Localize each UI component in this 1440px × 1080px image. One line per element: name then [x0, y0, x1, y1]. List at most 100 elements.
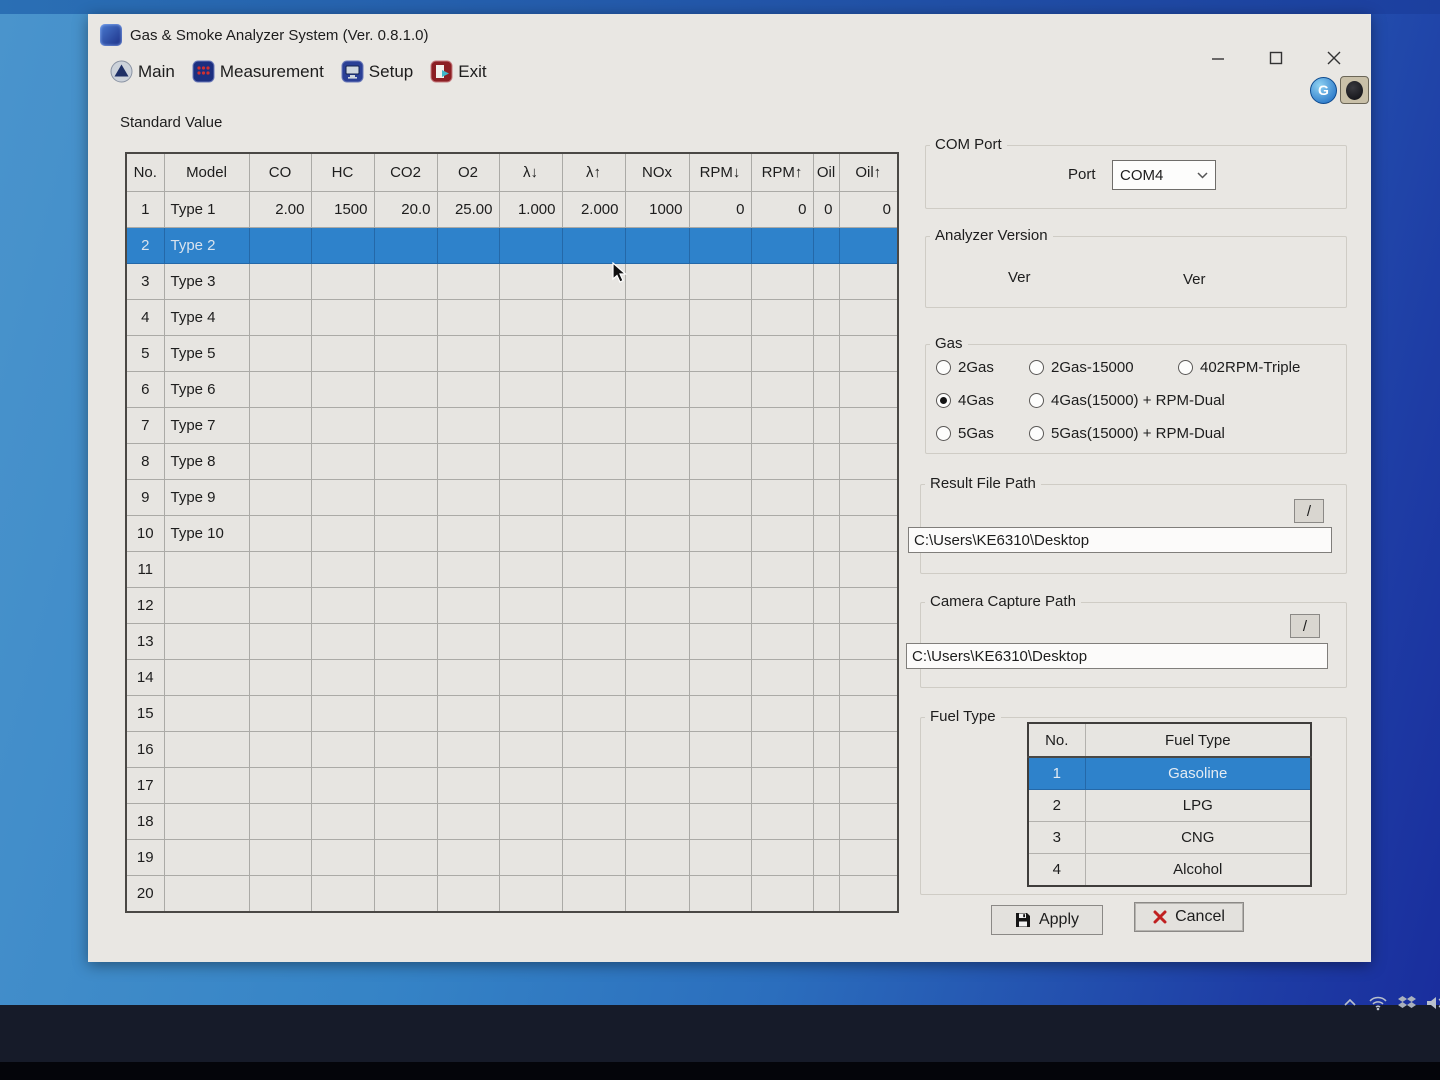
- floppy-disk-icon: [1015, 913, 1030, 927]
- gas-option-5gas[interactable]: 5Gas: [936, 425, 994, 442]
- sv-row-3[interactable]: 3 Type 3: [125, 263, 899, 300]
- wifi-icon[interactable]: [1368, 995, 1388, 1011]
- sv-cell-value: [812, 443, 840, 480]
- fuel-row-lpg[interactable]: 2 LPG: [1027, 789, 1312, 822]
- sv-row-12[interactable]: 12: [125, 587, 899, 624]
- sv-row-14[interactable]: 14: [125, 659, 899, 696]
- sv-cell-value: [248, 803, 312, 840]
- sv-row-13[interactable]: 13: [125, 623, 899, 660]
- sv-cell-value: [838, 623, 899, 660]
- sv-row-1[interactable]: 1 Type 1 2.00 1500 20.0 25.00 1.000 2.000 1000 0 0…: [125, 191, 899, 228]
- sv-cell-value: [436, 587, 500, 624]
- fuel-row-alcohol[interactable]: 4 Alcohol: [1027, 853, 1312, 887]
- fuel-row-gasoline[interactable]: 1 Gasoline: [1027, 756, 1312, 790]
- fuel-row-cng[interactable]: 3 CNG: [1027, 821, 1312, 854]
- result-path-input[interactable]: [908, 527, 1332, 553]
- com-port-dropdown[interactable]: COM4: [1112, 160, 1216, 190]
- gas-option-2gas[interactable]: 2Gas: [936, 359, 994, 376]
- sv-row-2[interactable]: 2 Type 2: [125, 227, 899, 264]
- minimize-icon[interactable]: [1200, 44, 1236, 72]
- gas-option-4gas-15000-rpm-dual[interactable]: 4Gas(15000) + RPM-Dual: [1029, 392, 1225, 409]
- sv-cell-value: [498, 875, 563, 913]
- g-badge-icon[interactable]: G: [1310, 76, 1337, 104]
- camera-path-browse-button[interactable]: /: [1290, 614, 1320, 638]
- sv-cell-value: [561, 479, 626, 516]
- sv-cell-value: [561, 875, 626, 913]
- cancel-button[interactable]: Cancel: [1134, 902, 1244, 932]
- apply-button[interactable]: Apply: [991, 905, 1103, 935]
- sv-cell-value: [688, 443, 752, 480]
- result-path-browse-button[interactable]: /: [1294, 499, 1324, 523]
- sv-cell-value: 1500: [310, 191, 375, 228]
- sv-cell-value: [373, 227, 438, 264]
- maximize-icon[interactable]: [1258, 44, 1294, 72]
- dropbox-icon[interactable]: [1398, 995, 1416, 1011]
- sv-cell-value: [561, 623, 626, 660]
- sv-row-10[interactable]: 10 Type 10: [125, 515, 899, 552]
- sv-cell-value: [373, 335, 438, 372]
- menu-item-exit[interactable]: Exit: [430, 60, 487, 83]
- radio-button-icon: [1029, 393, 1044, 408]
- sv-row-8[interactable]: 8 Type 8: [125, 443, 899, 480]
- sv-cell-value: [624, 371, 690, 408]
- menu-item-setup[interactable]: Setup: [341, 60, 413, 83]
- sv-row-19[interactable]: 19: [125, 839, 899, 876]
- webcam-icon[interactable]: [1340, 76, 1369, 104]
- camera-path-input[interactable]: [906, 643, 1328, 669]
- close-icon[interactable]: [1316, 44, 1352, 72]
- sv-cell-value: [310, 731, 375, 768]
- sv-cell-value: [838, 803, 899, 840]
- menu-item-measurement[interactable]: Measurement: [192, 60, 324, 83]
- sv-cell-value: [248, 623, 312, 660]
- sv-column-header: CO2: [373, 152, 438, 192]
- sv-row-11[interactable]: 11: [125, 551, 899, 588]
- sv-cell-value: 25.00: [436, 191, 500, 228]
- sv-cell-value: [310, 263, 375, 300]
- sv-cell-value: [750, 695, 814, 732]
- sv-cell-value: [248, 875, 312, 913]
- sv-cell-value: [373, 551, 438, 588]
- sv-cell-value: [838, 407, 899, 444]
- sv-cell-value: [838, 731, 899, 768]
- sv-row-9[interactable]: 9 Type 9: [125, 479, 899, 516]
- gas-option-402rpm-triple[interactable]: 402RPM-Triple: [1178, 359, 1300, 376]
- sv-row-16[interactable]: 16: [125, 731, 899, 768]
- sv-cell-model: Type 4: [163, 299, 250, 336]
- sv-cell-model: [163, 839, 250, 876]
- main-icon: [110, 60, 133, 83]
- gas-option-2gas-15000[interactable]: 2Gas-15000: [1029, 359, 1134, 376]
- sv-cell-value: [812, 587, 840, 624]
- sv-row-17[interactable]: 17: [125, 767, 899, 804]
- sv-cell-no: 3: [125, 263, 165, 300]
- sv-row-15[interactable]: 15: [125, 695, 899, 732]
- monitor-bezel: [0, 1062, 1440, 1080]
- sv-row-6[interactable]: 6 Type 6: [125, 371, 899, 408]
- sv-row-20[interactable]: 20: [125, 875, 899, 913]
- standard-value-grid: No. Model CO HC CO2 O2 λ↓ λ↑ NOx RPM↓ RPM↑ Oil Oil↑ 1…: [125, 152, 899, 913]
- menu-item-main[interactable]: Main: [110, 60, 175, 83]
- sv-cell-value: [310, 587, 375, 624]
- chevron-up-icon[interactable]: [1342, 996, 1358, 1010]
- sv-cell-value: [688, 659, 752, 696]
- sv-cell-value: [812, 695, 840, 732]
- sv-cell-value: [561, 335, 626, 372]
- sv-cell-value: [688, 731, 752, 768]
- sv-row-18[interactable]: 18: [125, 803, 899, 840]
- sv-cell-value: [373, 515, 438, 552]
- sv-cell-value: [248, 407, 312, 444]
- mouse-cursor: [612, 261, 632, 289]
- volume-icon[interactable]: [1426, 995, 1440, 1011]
- sv-cell-value: [498, 551, 563, 588]
- sv-cell-value: [498, 479, 563, 516]
- analyzer-version-left: Ver: [1008, 269, 1031, 286]
- sv-cell-value: [750, 731, 814, 768]
- sv-cell-value: [750, 227, 814, 264]
- fuel-column-header: No.: [1027, 722, 1086, 758]
- sv-cell-value: [561, 839, 626, 876]
- gas-option-5gas-15000-rpm-dual[interactable]: 5Gas(15000) + RPM-Dual: [1029, 425, 1225, 442]
- sv-row-5[interactable]: 5 Type 5: [125, 335, 899, 372]
- sv-row-4[interactable]: 4 Type 4: [125, 299, 899, 336]
- gas-option-4gas[interactable]: 4Gas: [936, 392, 994, 409]
- sv-row-7[interactable]: 7 Type 7: [125, 407, 899, 444]
- sv-cell-value: [248, 731, 312, 768]
